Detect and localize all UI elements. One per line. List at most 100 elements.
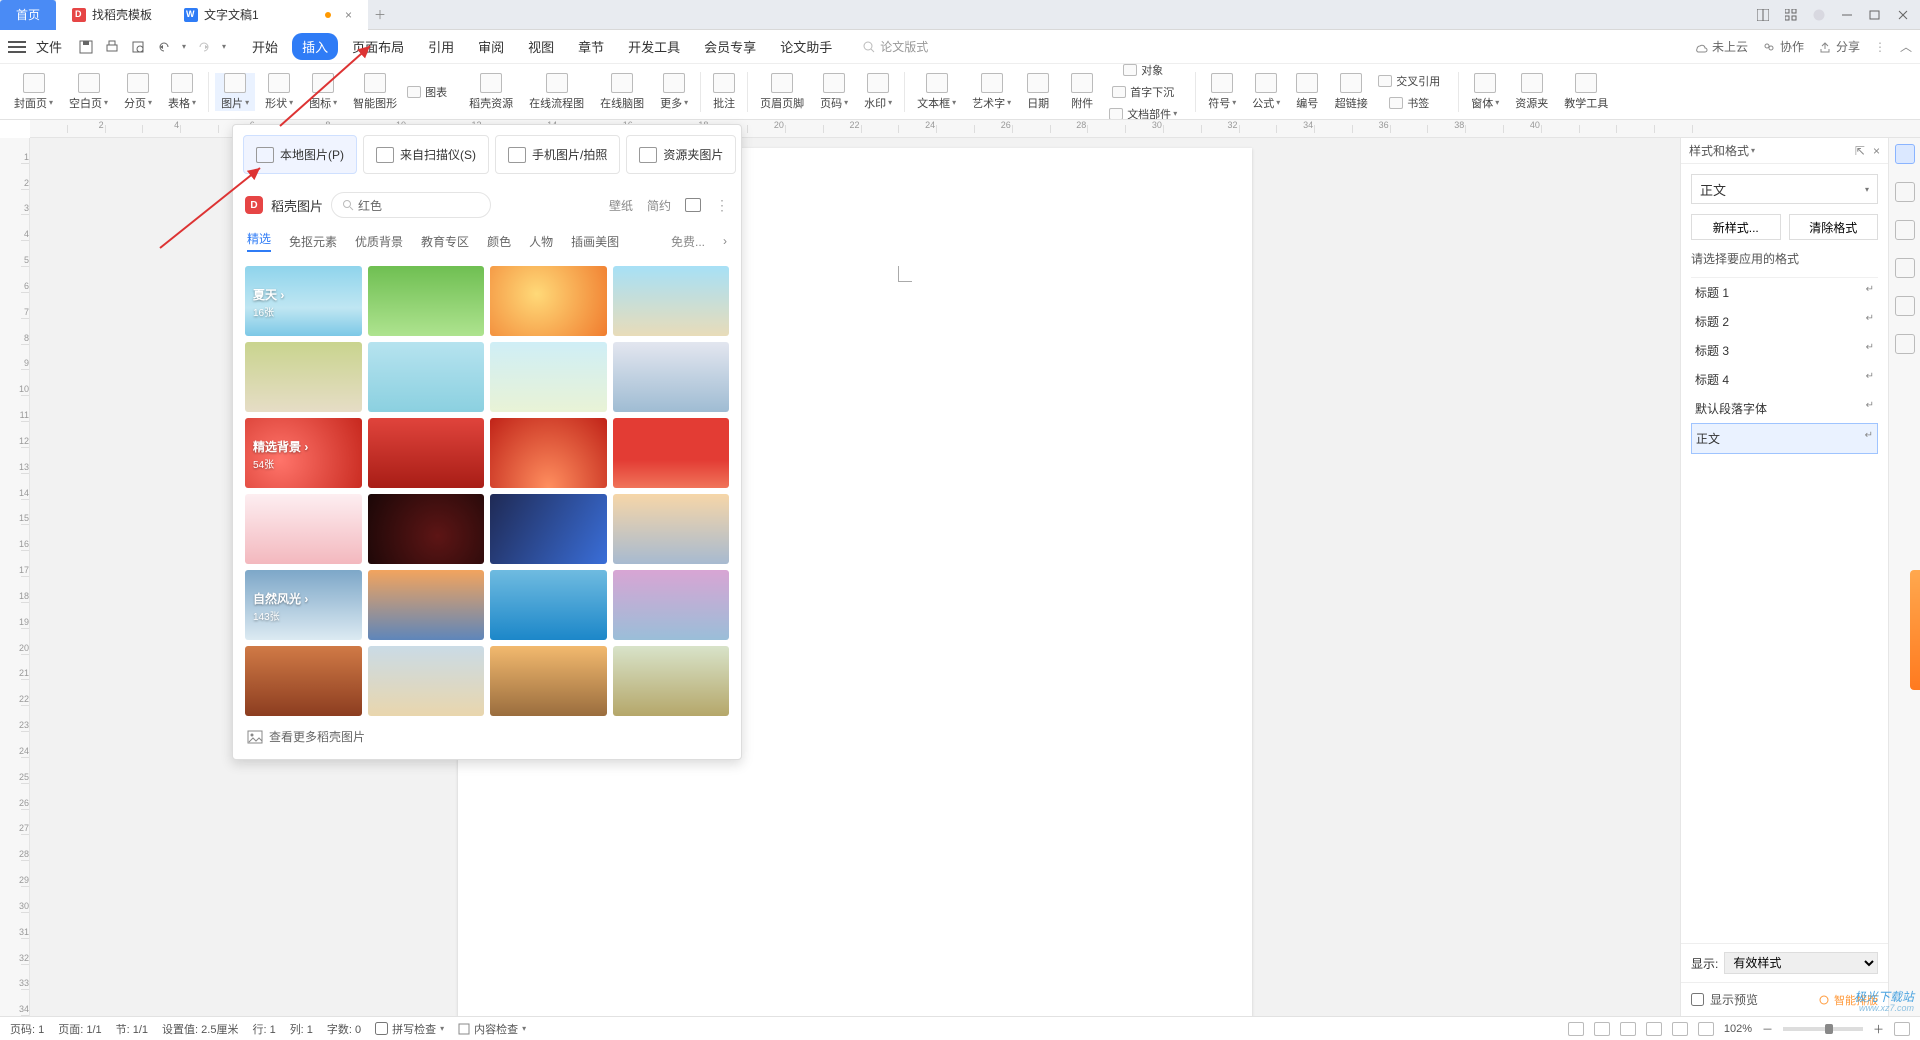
docer-thumb-6[interactable] bbox=[490, 342, 607, 412]
docer-thumb-5[interactable] bbox=[368, 342, 485, 412]
docer-thumb-4[interactable] bbox=[245, 342, 362, 412]
ribbon-页眉页脚[interactable]: 页眉页脚 bbox=[754, 73, 810, 111]
spell-checkbox[interactable] bbox=[375, 1022, 388, 1035]
redo-icon[interactable] bbox=[196, 39, 212, 55]
ribbon-分页[interactable]: 分页 ▾ bbox=[118, 73, 158, 111]
zoom-slider[interactable] bbox=[1783, 1027, 1863, 1031]
styles-panel-popout-icon[interactable]: ⇱ bbox=[1855, 144, 1865, 158]
qat-customize-icon[interactable]: ▾ bbox=[222, 42, 226, 51]
side-shape-icon[interactable] bbox=[1895, 220, 1915, 240]
ribbon-教学工具[interactable]: 教学工具 bbox=[1558, 73, 1614, 111]
zoom-in-icon[interactable]: ＋ bbox=[1873, 1021, 1884, 1037]
docer-thumb-12[interactable] bbox=[245, 494, 362, 564]
zoom-out-icon[interactable]: － bbox=[1762, 1021, 1773, 1037]
view-read-icon[interactable] bbox=[1594, 1022, 1610, 1036]
close-button[interactable] bbox=[1890, 4, 1916, 26]
quick-wallpaper[interactable]: 壁纸 bbox=[609, 197, 633, 214]
style-item-4[interactable]: 默认段落字体↵ bbox=[1691, 394, 1878, 423]
status-content[interactable]: 内容检查▾ bbox=[458, 1021, 526, 1037]
picture-source-2[interactable]: 手机图片/拍照 bbox=[495, 135, 620, 174]
side-styles-icon[interactable] bbox=[1895, 144, 1915, 164]
docer-thumb-10[interactable] bbox=[490, 418, 607, 488]
style-item-2[interactable]: 标题 3↵ bbox=[1691, 336, 1878, 365]
ribbon-空白页[interactable]: 空白页 ▾ bbox=[63, 73, 114, 111]
side-toolbox-icon[interactable] bbox=[1895, 334, 1915, 354]
minimize-button[interactable] bbox=[1834, 4, 1860, 26]
docer-thumb-3[interactable] bbox=[613, 266, 730, 336]
zoom-value[interactable]: 102% bbox=[1724, 1023, 1752, 1035]
undo-icon[interactable] bbox=[156, 39, 172, 55]
layout-icon[interactable] bbox=[1750, 4, 1776, 26]
docer-thumb-9[interactable] bbox=[368, 418, 485, 488]
style-item-0[interactable]: 标题 1↵ bbox=[1691, 278, 1878, 307]
ribbon-在线流程图[interactable]: 在线流程图 bbox=[523, 73, 590, 111]
docer-thumb-22[interactable] bbox=[490, 646, 607, 716]
ribbon-艺术字[interactable]: 艺术字 ▾ bbox=[966, 73, 1017, 111]
menu-tab-9[interactable]: 论文助手 bbox=[770, 33, 842, 60]
docer-cat-6[interactable]: 插画美图 bbox=[571, 233, 619, 250]
ribbon-附件[interactable]: 附件对象首字下沉文档部件 ▾ bbox=[1059, 64, 1189, 120]
style-item-1[interactable]: 标题 2↵ bbox=[1691, 307, 1878, 336]
view-eye-icon[interactable] bbox=[1568, 1022, 1584, 1036]
style-item-3[interactable]: 标题 4↵ bbox=[1691, 365, 1878, 394]
side-settings-icon[interactable] bbox=[1895, 258, 1915, 278]
menu-tab-8[interactable]: 会员专享 bbox=[694, 33, 766, 60]
ribbon-公式[interactable]: 公式 ▾ bbox=[1246, 73, 1286, 111]
styles-panel-close-icon[interactable]: × bbox=[1873, 144, 1880, 158]
print-preview-icon[interactable] bbox=[130, 39, 146, 55]
ribbon-符号[interactable]: 符号 ▾ bbox=[1202, 73, 1242, 111]
share-button[interactable]: 分享 bbox=[1818, 38, 1860, 55]
docer-thumb-14[interactable] bbox=[490, 494, 607, 564]
tab-home[interactable]: 首页 bbox=[0, 0, 56, 30]
docer-cat-5[interactable]: 人物 bbox=[529, 233, 553, 250]
ribbon-更多[interactable]: 更多 ▾ bbox=[654, 73, 694, 111]
docer-thumb-7[interactable] bbox=[613, 342, 730, 412]
collab-button[interactable]: 协作 bbox=[1762, 38, 1804, 55]
side-clipboard-icon[interactable] bbox=[1895, 296, 1915, 316]
docer-thumb-16[interactable]: 自然风光 ›143张 bbox=[245, 570, 362, 640]
docer-thumb-17[interactable] bbox=[368, 570, 485, 640]
current-style-select[interactable]: 正文 ▾ bbox=[1691, 174, 1878, 204]
tab-document[interactable]: 文字文稿1 × bbox=[168, 0, 368, 30]
menu-tab-5[interactable]: 视图 bbox=[518, 33, 564, 60]
maximize-button[interactable] bbox=[1862, 4, 1888, 26]
docer-cat-7[interactable]: 免费... bbox=[671, 233, 705, 250]
fullscreen-icon[interactable] bbox=[1894, 1022, 1910, 1036]
apps-icon[interactable] bbox=[1778, 4, 1804, 26]
menu-search[interactable]: 论文版式 bbox=[862, 38, 928, 55]
docer-thumb-2[interactable] bbox=[490, 266, 607, 336]
more-menu-icon[interactable]: ⋮ bbox=[1874, 40, 1886, 54]
docer-thumb-1[interactable] bbox=[368, 266, 485, 336]
docer-cat-4[interactable]: 颜色 bbox=[487, 233, 511, 250]
styles-panel-dropdown-icon[interactable]: ▾ bbox=[1751, 146, 1755, 155]
ribbon-超链接[interactable]: 超链接交叉引用书签 bbox=[1328, 71, 1452, 113]
menu-tab-3[interactable]: 引用 bbox=[418, 33, 464, 60]
ribbon-稻壳资源[interactable]: 稻壳资源 bbox=[463, 73, 519, 111]
view-page-icon[interactable] bbox=[1620, 1022, 1636, 1036]
ribbon-日期[interactable]: 日期 bbox=[1021, 73, 1055, 111]
file-menu[interactable]: 文件 bbox=[36, 37, 62, 56]
docer-cat-3[interactable]: 教育专区 bbox=[421, 233, 469, 250]
show-preview-checkbox[interactable] bbox=[1691, 993, 1704, 1006]
ribbon-文本框[interactable]: 文本框 ▾ bbox=[911, 73, 962, 111]
cloud-status[interactable]: 未上云 bbox=[1694, 38, 1748, 55]
ribbon-批注[interactable]: 批注 bbox=[707, 73, 741, 111]
docer-thumb-23[interactable] bbox=[613, 646, 730, 716]
status-page-of[interactable]: 页面: 1/1 bbox=[58, 1021, 101, 1037]
docer-thumb-0[interactable]: 夏天 ›16张 bbox=[245, 266, 362, 336]
picture-source-1[interactable]: 来自扫描仪(S) bbox=[363, 135, 489, 174]
docer-thumb-18[interactable] bbox=[490, 570, 607, 640]
print-icon[interactable] bbox=[104, 39, 120, 55]
user-avatar-icon[interactable] bbox=[1806, 4, 1832, 26]
docer-search-input[interactable]: 红色 bbox=[331, 192, 491, 218]
docer-footer[interactable]: 查看更多稻壳图片 bbox=[233, 718, 741, 759]
docer-thumb-20[interactable] bbox=[245, 646, 362, 716]
ribbon-表格[interactable]: 表格 ▾ bbox=[162, 73, 202, 111]
undo-dropdown-icon[interactable]: ▾ bbox=[182, 42, 186, 51]
menu-tab-6[interactable]: 章节 bbox=[568, 33, 614, 60]
docer-thumb-8[interactable]: 精选背景 ›54张 bbox=[245, 418, 362, 488]
side-select-icon[interactable] bbox=[1895, 182, 1915, 202]
picture-source-3[interactable]: 资源夹图片 bbox=[626, 135, 736, 174]
new-style-button[interactable]: 新样式... bbox=[1691, 214, 1781, 240]
status-words[interactable]: 字数: 0 bbox=[327, 1021, 361, 1037]
